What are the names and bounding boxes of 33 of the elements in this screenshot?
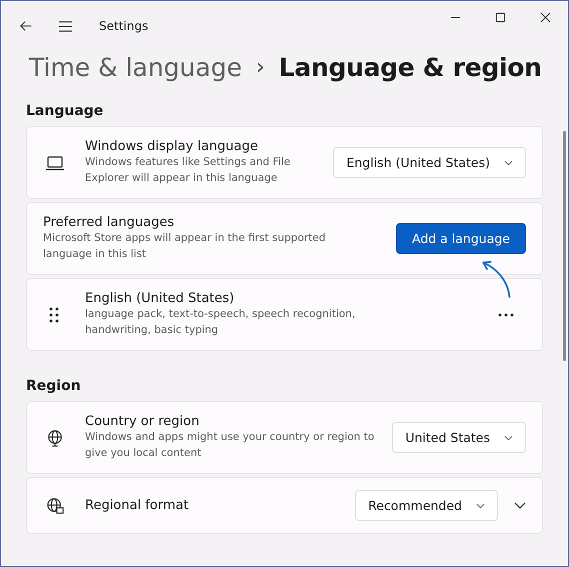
- globe-icon: [45, 496, 65, 514]
- setting-title: Preferred languages: [43, 215, 176, 230]
- setting-title: Country or region: [85, 414, 200, 429]
- dropdown[interactable]: English (United States): [333, 147, 526, 178]
- page-title: Language & region: [278, 52, 542, 82]
- setting-title: Windows display language: [85, 139, 259, 154]
- section-heading: Language: [26, 103, 104, 119]
- back-icon[interactable]: [19, 19, 33, 33]
- maximize-icon[interactable]: [495, 12, 506, 23]
- scrollbar[interactable]: [563, 131, 566, 361]
- add-language-button[interactable]: Add a language: [396, 223, 526, 254]
- chevron-down-icon: [504, 434, 513, 440]
- setting-description: Windows features like Settings and File Explorer will appear in this language: [85, 155, 292, 186]
- setting-description: Windows and apps might use your country or region to give you local content: [85, 430, 376, 461]
- setting-description: language pack, text-to-speech, speech recognition, handwriting, basic typing: [85, 307, 356, 338]
- setting-description: Microsoft Store apps will appear in the first supported language in this list: [43, 231, 327, 262]
- more-options-icon[interactable]: [498, 312, 514, 316]
- breadcrumb-parent[interactable]: Time & language: [29, 52, 242, 82]
- setting-title: Regional format: [85, 498, 190, 513]
- globe-icon: [45, 428, 65, 446]
- menu-icon[interactable]: [58, 20, 73, 32]
- chevron-down-icon: [476, 502, 485, 508]
- chevron-down-icon[interactable]: [514, 502, 526, 509]
- laptop-icon: [45, 154, 65, 172]
- breadcrumb-separator: ›: [256, 54, 265, 80]
- close-icon[interactable]: [540, 12, 551, 23]
- chevron-down-icon: [504, 160, 513, 166]
- section-heading: Region: [26, 378, 82, 394]
- window-title: Settings: [99, 19, 148, 33]
- dropdown[interactable]: United States: [392, 422, 526, 453]
- drag-handle-icon[interactable]: [49, 306, 59, 322]
- dropdown[interactable]: Recommended: [355, 490, 498, 521]
- setting-title: English (United States): [85, 291, 236, 306]
